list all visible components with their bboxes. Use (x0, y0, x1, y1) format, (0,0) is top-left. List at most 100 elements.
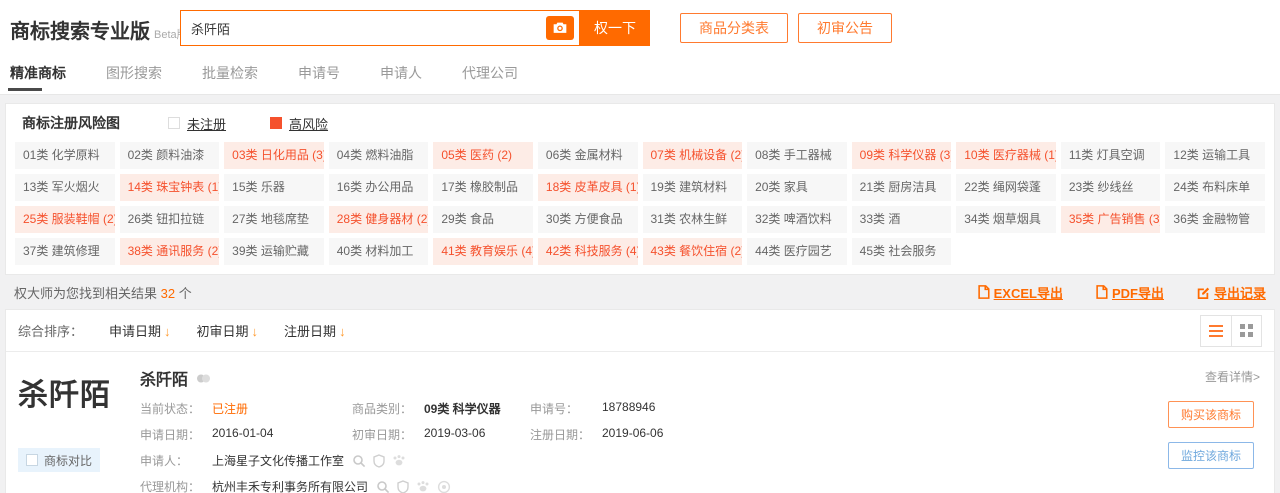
risk-cell-16[interactable]: 16类 办公用品 (329, 174, 429, 201)
sort-option-1[interactable]: 申请日期↓ (109, 321, 171, 340)
tab-6[interactable]: 代理公司 (460, 54, 520, 95)
risk-cell-13[interactable]: 13类 军火烟火 (15, 174, 115, 201)
risk-cell-17[interactable]: 17类 橡胶制品 (433, 174, 533, 201)
risk-cell-9[interactable]: 09类 科学仪器 (3) (852, 142, 952, 169)
sort-desc-icon: ↓ (252, 324, 259, 339)
risk-cell-14[interactable]: 14类 珠宝钟表 (1) (120, 174, 220, 201)
risk-cell-37[interactable]: 37类 建筑修理 (15, 238, 115, 265)
tab-2[interactable]: 图形搜索 (104, 54, 164, 95)
agent-target-icon[interactable] (437, 480, 451, 493)
risk-cell-10[interactable]: 10类 医疗器械 (1) (956, 142, 1056, 169)
risk-cell-35[interactable]: 35类 广告销售 (3) (1061, 206, 1161, 233)
risk-cell-28[interactable]: 28类 健身器材 (2) (329, 206, 429, 233)
risk-cell-24[interactable]: 24类 布料床单 (1165, 174, 1265, 201)
legend-unregistered-checkbox[interactable] (168, 117, 180, 129)
risk-cell-21[interactable]: 21类 厨房洁具 (852, 174, 952, 201)
risk-cell-29[interactable]: 29类 食品 (433, 206, 533, 233)
export-record-link[interactable]: 导出记录 (1196, 283, 1266, 302)
legend-high-risk-checkbox[interactable] (270, 117, 282, 129)
field-label: 商品类别： (352, 400, 424, 417)
risk-cell-30[interactable]: 30类 方便食品 (538, 206, 638, 233)
compare-checkbox[interactable] (26, 454, 38, 466)
field-1: 当前状态：已注册 (140, 400, 352, 417)
trademark-image-text[interactable]: 杀阡陌 (18, 370, 126, 414)
risk-cell-45[interactable]: 45类 社会服务 (852, 238, 952, 265)
tab-1[interactable]: 精准商标 (8, 54, 68, 95)
agent-paw-icon[interactable] (416, 480, 430, 493)
search-applicant-icon[interactable] (352, 454, 366, 468)
grid-view-button[interactable] (1231, 316, 1261, 346)
risk-cell-36[interactable]: 36类 金融物管 (1165, 206, 1265, 233)
risk-cell-42[interactable]: 42类 科技服务 (4) (538, 238, 638, 265)
applicant-paw-icon[interactable] (392, 454, 406, 467)
result-left: 杀阡陌 商标对比 (18, 366, 126, 493)
risk-cell-38[interactable]: 38类 通讯服务 (2) (120, 238, 220, 265)
risk-cell-44[interactable]: 44类 医疗园艺 (747, 238, 847, 265)
risk-map-title: 商标注册风险图 (22, 113, 120, 133)
risk-cell-40[interactable]: 40类 材料加工 (329, 238, 429, 265)
risk-cell-3[interactable]: 03类 日化用品 (3) (224, 142, 324, 169)
monitor-trademark-button[interactable]: 监控该商标 (1168, 442, 1254, 469)
agent-row: 代理机构： 杭州丰禾专利事务所有限公司 (140, 478, 1132, 493)
risk-cell-23[interactable]: 23类 纱线丝 (1061, 174, 1161, 201)
classification-table-button[interactable]: 商品分类表 (680, 13, 788, 43)
search-icon (352, 454, 366, 468)
risk-cell-8[interactable]: 08类 手工器械 (747, 142, 847, 169)
risk-cell-6[interactable]: 06类 金属材料 (538, 142, 638, 169)
tab-3[interactable]: 批量检索 (200, 54, 260, 95)
risk-cell-4[interactable]: 04类 燃料油脂 (329, 142, 429, 169)
list-view-button[interactable] (1201, 316, 1231, 346)
risk-cell-22[interactable]: 22类 绳网袋蓬 (956, 174, 1056, 201)
view-detail-link[interactable]: 查看详情> (1205, 368, 1260, 385)
export-excel-link[interactable]: EXCEL导出 (977, 283, 1063, 302)
result-actions: 查看详情> 购买该商标 监控该商标 (1132, 366, 1262, 493)
export-pdf-link[interactable]: PDF导出 (1095, 283, 1164, 302)
risk-cell-33[interactable]: 33类 酒 (852, 206, 952, 233)
field-label: 注册日期： (530, 426, 602, 443)
risk-cell-1[interactable]: 01类 化学原料 (15, 142, 115, 169)
risk-cell-5[interactable]: 05类 医药 (2) (433, 142, 533, 169)
sort-option-3[interactable]: 注册日期↓ (284, 321, 346, 340)
legend-high-risk[interactable]: 高风险 (270, 114, 328, 133)
applicant-row: 申请人： 上海星子文化传播工作室 (140, 452, 1132, 469)
similar-icon[interactable] (196, 372, 211, 385)
risk-cell-26[interactable]: 26类 钮扣拉链 (120, 206, 220, 233)
risk-cell-31[interactable]: 31类 农林生鲜 (643, 206, 743, 233)
risk-cell-2[interactable]: 02类 颜料油漆 (120, 142, 220, 169)
applicant-shield-icon[interactable] (373, 454, 385, 468)
sort-option-2[interactable]: 初审日期↓ (197, 321, 259, 340)
risk-cell-12[interactable]: 12类 运输工具 (1165, 142, 1265, 169)
legend-unregistered[interactable]: 未注册 (168, 114, 226, 133)
tab-5[interactable]: 申请人 (378, 54, 424, 95)
risk-cell-43[interactable]: 43类 餐饮住宿 (2) (643, 238, 743, 265)
agent-name: 杭州丰禾专利事务所有限公司 (212, 478, 368, 493)
risk-cell-15[interactable]: 15类 乐器 (224, 174, 324, 201)
agent-shield-icon[interactable] (397, 480, 409, 493)
preliminary-gazette-button[interactable]: 初审公告 (798, 13, 892, 43)
tab-4[interactable]: 申请号 (296, 54, 342, 95)
image-search-button[interactable] (546, 16, 574, 40)
legend-unregistered-label: 未注册 (187, 114, 226, 133)
risk-cell-27[interactable]: 27类 地毯席垫 (224, 206, 324, 233)
risk-cell-20[interactable]: 20类 家具 (747, 174, 847, 201)
risk-cell-41[interactable]: 41类 教育娱乐 (4) (433, 238, 533, 265)
risk-cell-34[interactable]: 34类 烟草烟具 (956, 206, 1056, 233)
search-agent-icon[interactable] (376, 480, 390, 493)
risk-cell-25[interactable]: 25类 服装鞋帽 (2) (15, 206, 115, 233)
compare-toggle[interactable]: 商标对比 (18, 448, 100, 472)
risk-cell-11[interactable]: 11类 灯具空调 (1061, 142, 1161, 169)
result-card: 综合排序： 申请日期↓初审日期↓注册日期↓ 杀阡陌 商标对比 杀阡陌 (5, 309, 1275, 493)
risk-cell-18[interactable]: 18类 皮革皮具 (1) (538, 174, 638, 201)
field-label: 当前状态： (140, 400, 212, 417)
risk-cell-19[interactable]: 19类 建筑材料 (643, 174, 743, 201)
search-input[interactable] (181, 21, 546, 36)
risk-cell-32[interactable]: 32类 啤酒饮料 (747, 206, 847, 233)
search-submit-button[interactable]: 权一下 (580, 10, 650, 46)
result-title[interactable]: 杀阡陌 (140, 366, 188, 390)
sort-options: 申请日期↓ 初审日期↓ 注册日期↓ (83, 321, 346, 340)
buy-trademark-button[interactable]: 购买该商标 (1168, 401, 1254, 428)
file-icon (977, 285, 990, 299)
export-record-link-label: 导出记录 (1214, 283, 1266, 302)
risk-cell-39[interactable]: 39类 运输贮藏 (224, 238, 324, 265)
risk-cell-7[interactable]: 07类 机械设备 (2) (643, 142, 743, 169)
